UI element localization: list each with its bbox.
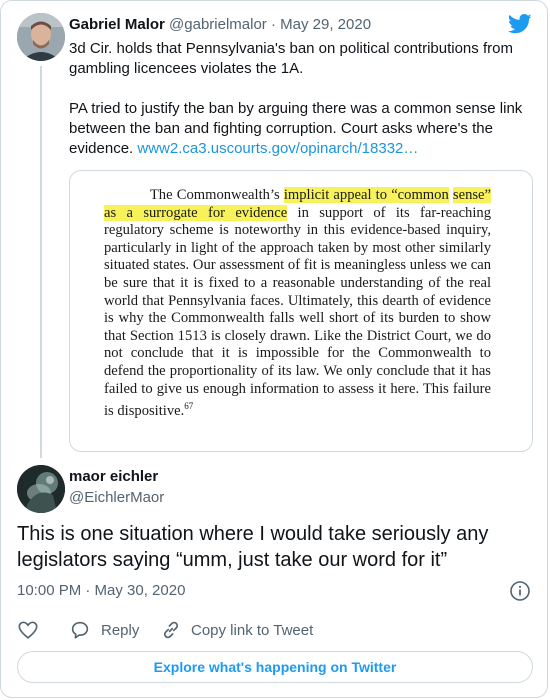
copy-link-button[interactable]: Copy link to Tweet (160, 619, 313, 641)
tweet1-paragraph-2: PA tried to justify the ban by arguing t… (69, 99, 529, 159)
link-icon (163, 621, 179, 639)
info-icon[interactable] (509, 580, 531, 602)
avatar-gabriel-malor[interactable] (17, 13, 65, 61)
avatar-maor-eichler[interactable] (17, 465, 65, 513)
heart-icon (18, 621, 38, 639)
tweet1-paragraph-1: 3d Cir. holds that Pennsylvania's ban on… (69, 40, 513, 77)
tweet1-body: 3d Cir. holds that Pennsylvania's ban on… (69, 39, 529, 159)
tweet1-header: Gabriel Malor @gabrielmalor · May 29, 20… (69, 16, 371, 33)
excerpt-highlight-1: implicit appeal to “common (283, 187, 449, 203)
tweet2-timestamp[interactable]: 10:00 PM · May 30, 2020 (17, 582, 185, 599)
tweet2-author-name[interactable]: maor eichler (69, 468, 158, 485)
tweet1-author-name[interactable]: Gabriel Malor (69, 16, 165, 33)
excerpt-footnote: 67 (184, 401, 194, 412)
reply-label: Reply (101, 621, 140, 639)
excerpt-lead: The Commonwealth’s (149, 187, 284, 203)
header-separator: · (270, 16, 276, 33)
court-excerpt-text: The Commonwealth’s implicit appeal to “c… (104, 187, 492, 421)
tweet1-author-handle[interactable]: @gabrielmalor (169, 16, 267, 33)
opinion-link[interactable]: www2.ca3.uscourts.gov/opinarch/18332… (137, 140, 418, 157)
tweet2-body: This is one situation where I would take… (17, 523, 489, 571)
copy-link-label: Copy link to Tweet (191, 621, 314, 639)
court-excerpt-image[interactable]: The Commonwealth’s implicit appeal to “c… (69, 170, 533, 452)
twitter-bird-icon[interactable] (507, 14, 532, 34)
tweet2-author-handle[interactable]: @EichlerMaor (69, 489, 164, 506)
excerpt-body: in support of its far-reaching regulator… (104, 204, 491, 419)
explore-twitter-button[interactable]: Explore what's happening on Twitter (17, 651, 533, 683)
tweet1-date[interactable]: May 29, 2020 (280, 16, 371, 33)
reply-button[interactable]: Reply (69, 619, 139, 641)
speech-bubble-icon (71, 621, 89, 639)
like-button[interactable] (17, 619, 39, 641)
thread-connector-line (40, 66, 42, 458)
